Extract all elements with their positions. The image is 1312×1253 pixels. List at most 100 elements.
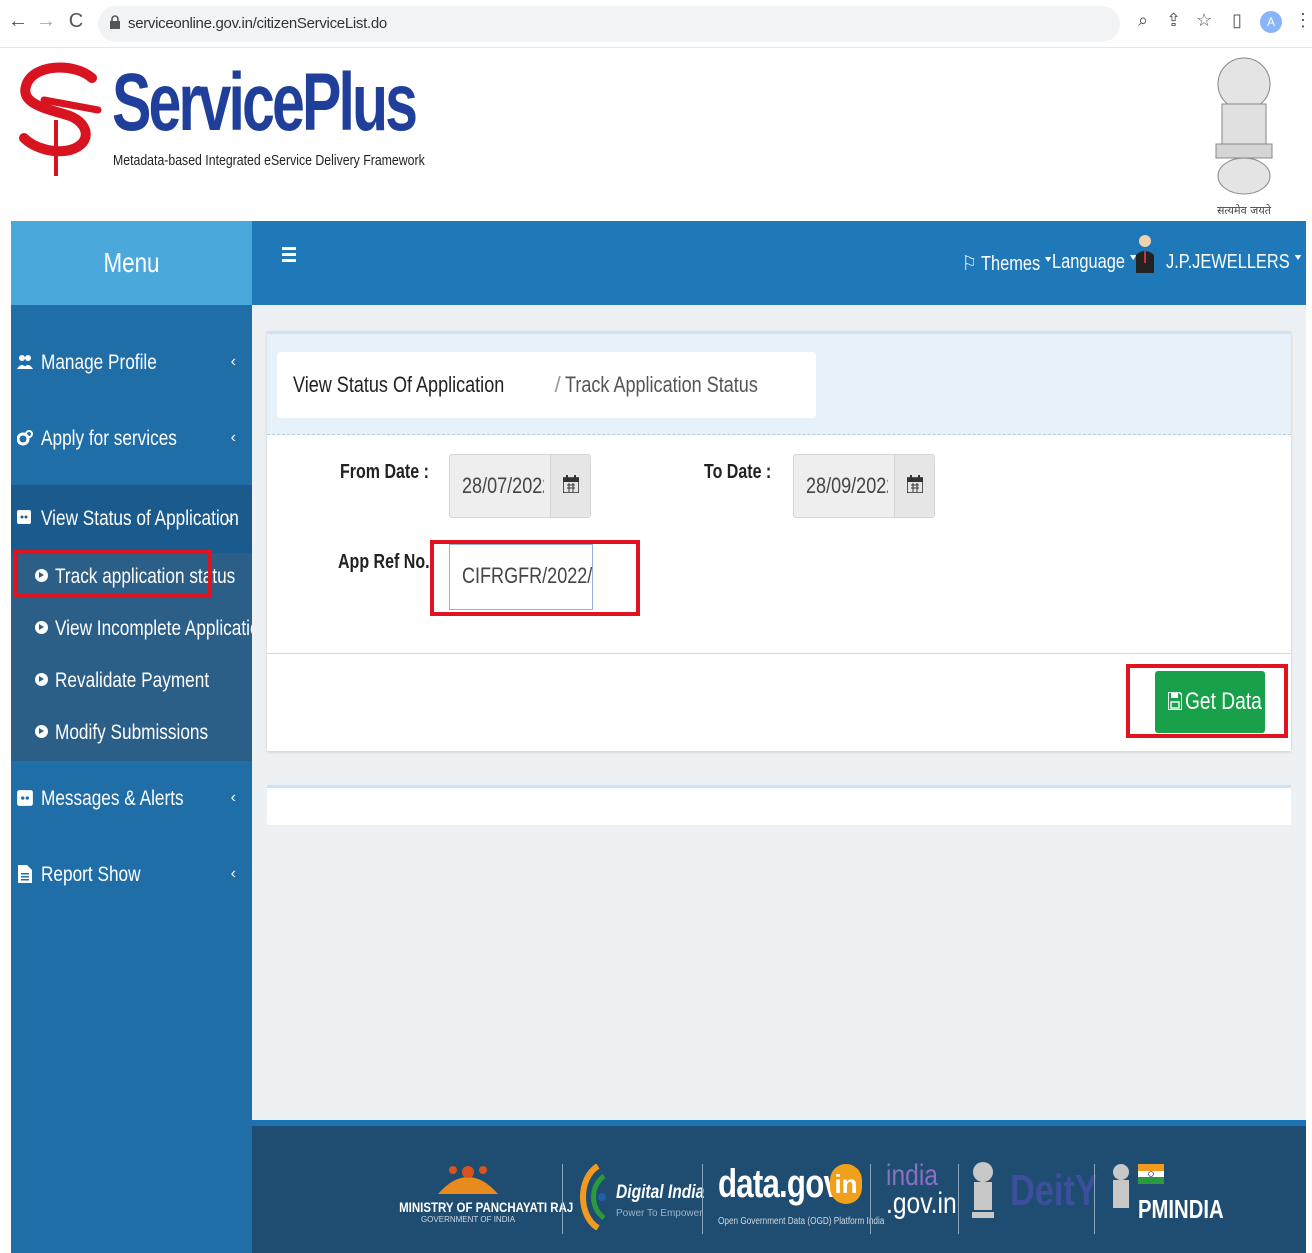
digital-india-label: Digital India — [616, 1182, 705, 1203]
highlight-track-status — [14, 550, 212, 598]
from-date-field[interactable]: 28/07/2022 — [449, 454, 591, 518]
share-icon[interactable]: ⇪ — [1166, 10, 1181, 31]
sidebar-item-report-show[interactable]: Report Show ‹ — [11, 845, 252, 905]
arrow-circle-icon — [35, 725, 48, 738]
breadcrumb-item-view-status[interactable]: View Status Of Application — [293, 352, 504, 418]
submenu-item-label: Revalidate Payment — [55, 669, 210, 692]
footer-divider — [562, 1164, 563, 1234]
sidebar-item-messages[interactable]: Messages & Alerts ‹ — [11, 769, 252, 829]
footer-divider — [870, 1164, 871, 1234]
datagov-logo[interactable]: data.gov in Open Government Data (OGD) P… — [718, 1162, 884, 1227]
caret-down-icon — [1294, 255, 1302, 261]
gears-icon — [17, 430, 33, 446]
reload-icon[interactable]: C — [64, 10, 88, 33]
to-date-calendar-button[interactable] — [894, 455, 934, 517]
sidebar-item-label: View Status of Application — [41, 507, 239, 530]
breadcrumb: View Status Of Application / Track Applica… — [277, 352, 816, 418]
sidebar-item-view-status[interactable]: View Status of Application ⌄ — [11, 485, 252, 553]
language-menu[interactable]: Language — [1052, 251, 1137, 274]
user-name: J.P.JEWELLERS — [1166, 251, 1290, 273]
site-header: ServicePlus Metadata-based Integrated eS… — [0, 48, 1312, 221]
brand-tagline: Metadata-based Integrated eService Deliv… — [113, 152, 425, 169]
browser-toolbar: ← → C serviceonline.gov.in/citizenServic… — [0, 0, 1312, 48]
datagov-in-badge: in — [830, 1164, 862, 1204]
sidebar-item-label: Report Show — [41, 863, 141, 886]
panchayati-raj-logo[interactable]: MINISTRY OF PANCHAYATI RAJ GOVERNMENT OF… — [384, 1160, 574, 1224]
emblem-small-icon — [972, 1162, 994, 1218]
panchayati-sub: GOVERNMENT OF INDIA — [420, 1215, 516, 1224]
arrow-circle-icon — [35, 673, 48, 686]
panel-header: View Status Of Application / Track Applica… — [267, 331, 1291, 435]
more-menu-icon[interactable]: ⋮ — [1294, 10, 1312, 31]
from-date-value: 28/07/2022 — [462, 473, 544, 498]
india-gov-bottom: .gov.in — [886, 1187, 957, 1220]
app-ref-label: App Ref No. — [338, 551, 430, 573]
address-bar[interactable]: serviceonline.gov.in/citizenServiceList.… — [98, 6, 1120, 42]
submenu-item-label: Modify Submissions — [55, 721, 209, 744]
footer: MINISTRY OF PANCHAYATI RAJ GOVERNMENT OF… — [252, 1120, 1306, 1253]
from-date-label: From Date : — [340, 461, 429, 483]
user-menu[interactable]: J.P.JEWELLERS — [1166, 251, 1302, 274]
language-label: Language — [1052, 251, 1125, 273]
calendar-icon — [563, 475, 579, 493]
footer-divider — [702, 1164, 703, 1234]
results-panel — [267, 785, 1291, 825]
to-date-label: To Date : — [704, 461, 772, 483]
panchayati-emblem-icon — [438, 1166, 498, 1194]
national-emblem-icon: सत्यमेव जयते — [1215, 57, 1273, 217]
sidebar-item-label: Apply for services — [41, 427, 177, 450]
sidebar-item-apply-services[interactable]: Apply for services ‹ — [11, 409, 252, 469]
chevron-left-icon: ‹ — [230, 429, 236, 446]
calendar-icon — [907, 475, 923, 493]
zoom-icon[interactable]: ⌕ — [1138, 10, 1148, 31]
chevron-left-icon: ‹ — [230, 865, 236, 882]
india-flag-icon — [1138, 1164, 1164, 1184]
menu-header: Menu — [11, 221, 252, 305]
file-icon — [18, 865, 32, 883]
top-nav-bar: ⚐ Themes Language J.P.JEWELLERS — [252, 221, 1306, 305]
digital-india-swirl-icon — [580, 1164, 606, 1230]
datagov-label: data.gov — [718, 1162, 841, 1206]
url-text: serviceonline.gov.in/citizenServiceList.… — [128, 15, 387, 32]
back-arrow-icon[interactable]: ← — [6, 10, 30, 33]
chevron-left-icon: ‹ — [230, 353, 236, 370]
highlight-app-ref — [430, 540, 640, 616]
caret-down-icon — [1045, 257, 1052, 263]
deity-label: DeitY — [1010, 1166, 1098, 1215]
breadcrumb-separator: / — [554, 372, 561, 397]
profile-avatar[interactable]: A — [1260, 11, 1282, 33]
forward-arrow-icon[interactable]: → — [34, 10, 58, 33]
chevron-left-icon: ‹ — [230, 789, 236, 806]
themes-label: Themes — [980, 253, 1041, 275]
serviceplus-logo-icon — [19, 62, 102, 176]
tab-icon[interactable]: ▯ — [1232, 10, 1242, 31]
themes-menu[interactable]: ⚐ Themes — [962, 251, 1052, 276]
hamburger-menu-icon[interactable] — [282, 247, 296, 263]
emblem-caption: सत्यमेव जयते — [1217, 204, 1272, 217]
from-date-calendar-button[interactable] — [550, 455, 590, 517]
sidebar-item-manage-profile[interactable]: Manage Profile ‹ — [11, 333, 252, 393]
message-icon — [17, 510, 31, 524]
panel-divider — [267, 653, 1291, 654]
sidebar: Manage Profile ‹ Apply for services ‹ Vi… — [11, 305, 269, 1253]
to-date-value: 28/09/2022 — [806, 473, 888, 498]
emblem-small-icon — [1113, 1164, 1129, 1208]
highlight-get-data — [1126, 664, 1288, 738]
menu-title: Menu — [103, 247, 160, 278]
sidebar-item-label: Messages & Alerts — [41, 787, 184, 810]
bookmark-star-icon[interactable]: ☆ — [1196, 10, 1212, 31]
users-icon — [17, 355, 33, 369]
footer-divider — [1094, 1164, 1095, 1234]
footer-divider — [958, 1164, 959, 1234]
chevron-down-icon: ⌄ — [224, 509, 236, 525]
panchayati-label: MINISTRY OF PANCHAYATI RAJ — [399, 1199, 574, 1215]
user-avatar-icon — [1136, 235, 1154, 273]
to-date-field[interactable]: 28/09/2022 — [793, 454, 935, 518]
datagov-sub: Open Government Data (OGD) Platform Indi… — [718, 1216, 885, 1227]
message-icon — [17, 790, 33, 806]
india-gov-logo[interactable]: india .gov.in — [886, 1161, 972, 1220]
submenu-item-label: View Incomplete Application — [55, 617, 270, 640]
breadcrumb-item-track-status: Track Application Status — [564, 372, 758, 397]
lock-icon — [110, 15, 120, 29]
pmindia-label: PMINDIA — [1138, 1194, 1224, 1224]
